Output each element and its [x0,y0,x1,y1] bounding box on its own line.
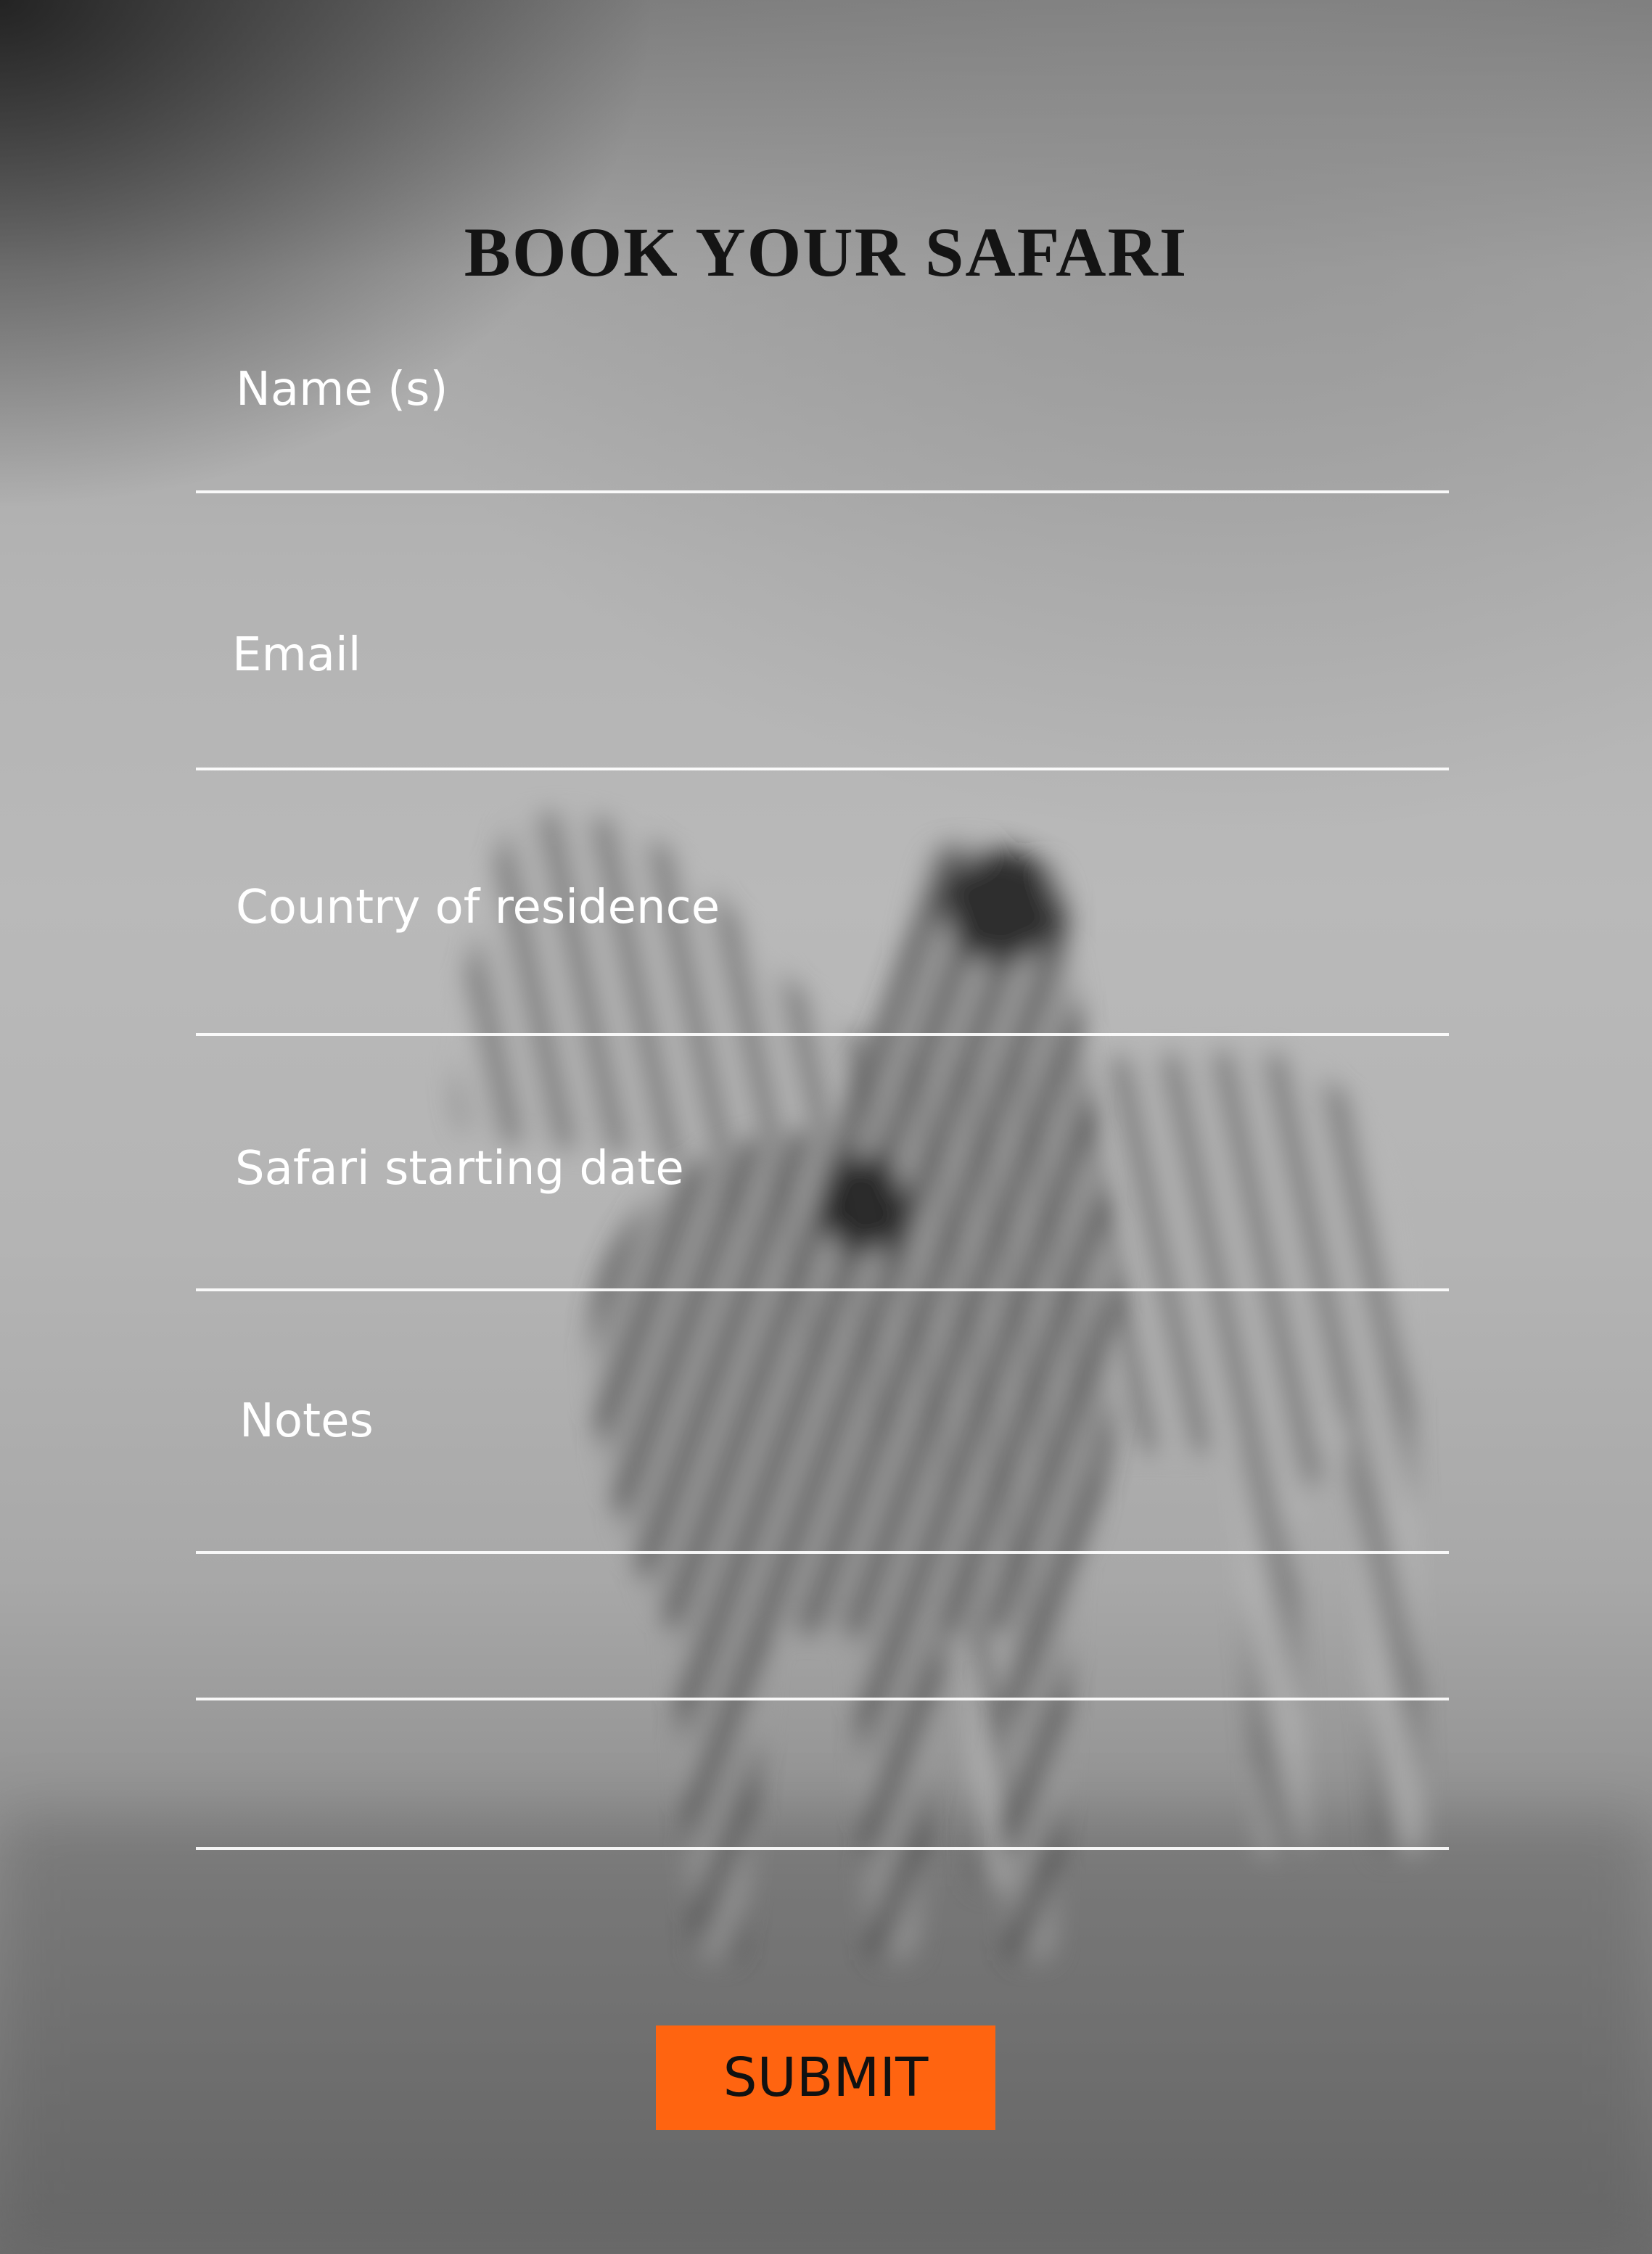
name-field-underline[interactable] [196,490,1449,493]
country-field-underline[interactable] [196,1033,1449,1036]
date-field-label: Safari starting date [235,1142,684,1196]
notes-line-3[interactable] [196,1847,1449,1850]
submit-button[interactable]: SUBMIT [656,2025,995,2130]
notes-line-1[interactable] [196,1551,1449,1554]
email-field-underline[interactable] [196,768,1449,770]
email-field-label: Email [232,628,361,682]
background-photo [0,0,1652,2254]
zebras-illustration [0,813,1652,2254]
form-title: BOOK YOUR SAFARI [464,213,1188,292]
country-field-label: Country of residence [236,881,720,934]
notes-field-label: Notes [239,1394,374,1448]
date-field-underline[interactable] [196,1288,1449,1291]
name-field-label: Name (s) [236,363,448,416]
notes-line-2[interactable] [196,1698,1449,1700]
